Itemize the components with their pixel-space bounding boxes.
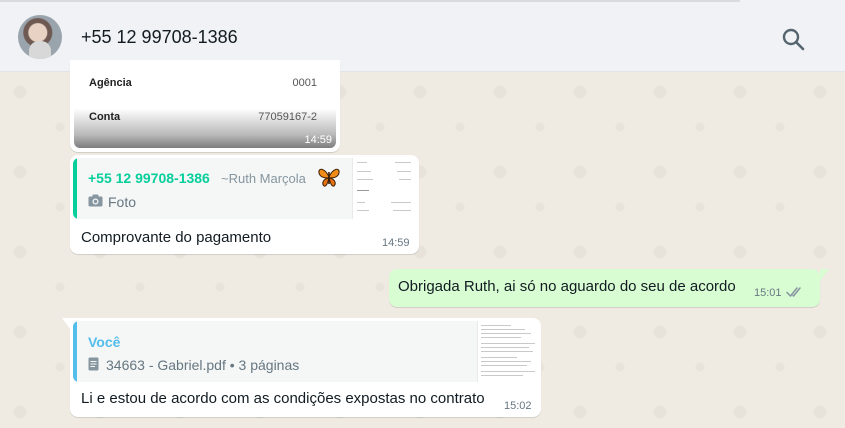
reply-message[interactable]: Você 34663 - Gabriel.pdf • 3 páginas Li … bbox=[70, 318, 541, 417]
quote-push-name: ~Ruth Marçola bbox=[221, 171, 306, 186]
quoted-photo-thumbnail bbox=[352, 158, 416, 219]
message-text: Li e estou de acordo com as condições ex… bbox=[81, 390, 485, 407]
search-icon bbox=[782, 28, 805, 51]
quote-author: Você bbox=[88, 334, 121, 350]
quote-media-label: 34663 - Gabriel.pdf • 3 páginas bbox=[106, 357, 300, 373]
reply-message[interactable]: +55 12 99708-1386 ~Ruth Marçola Foto Com… bbox=[70, 155, 419, 254]
quote-author: +55 12 99708-1386 bbox=[88, 170, 210, 186]
message-time: 15:01 bbox=[754, 287, 782, 299]
double-check-icon bbox=[786, 287, 801, 297]
quoted-message[interactable]: +55 12 99708-1386 ~Ruth Marçola Foto bbox=[73, 158, 416, 219]
receipt-row-label: Conta bbox=[89, 111, 121, 123]
search-button[interactable] bbox=[780, 26, 806, 52]
message-text: Obrigada Ruth, ai só no aguardo do seu d… bbox=[398, 278, 736, 295]
receipt-row-label: Agência bbox=[89, 77, 132, 89]
butterfly-icon bbox=[318, 168, 340, 187]
receipt-row-value: 77059167-2 bbox=[258, 111, 317, 123]
message-time: 14:59 bbox=[382, 237, 410, 249]
quote-accent-bar bbox=[73, 158, 77, 219]
header-top-divider bbox=[0, 0, 740, 2]
message-time: 15:02 bbox=[504, 400, 532, 412]
contact-avatar[interactable] bbox=[18, 15, 62, 59]
camera-icon bbox=[88, 194, 103, 207]
image-message[interactable]: Agência 0001 Conta 77059167-2 14:59 bbox=[70, 60, 340, 152]
quoted-message[interactable]: Você 34663 - Gabriel.pdf • 3 páginas bbox=[73, 321, 538, 382]
document-icon bbox=[88, 357, 99, 371]
quote-accent-bar bbox=[73, 321, 77, 382]
message-time: 14:59 bbox=[304, 134, 332, 146]
quote-media-label: Foto bbox=[108, 194, 137, 210]
outgoing-message[interactable]: Obrigada Ruth, ai só no aguardo do seu d… bbox=[389, 269, 820, 307]
contact-name[interactable]: +55 12 99708-1386 bbox=[81, 27, 238, 48]
quoted-pdf-thumbnail bbox=[477, 321, 538, 382]
payment-receipt-image[interactable]: Agência 0001 Conta 77059167-2 bbox=[74, 60, 336, 148]
message-text: Comprovante do pagamento bbox=[81, 229, 272, 246]
receipt-row-value: 0001 bbox=[292, 77, 317, 89]
outgoing-bubble-tail bbox=[820, 269, 829, 281]
